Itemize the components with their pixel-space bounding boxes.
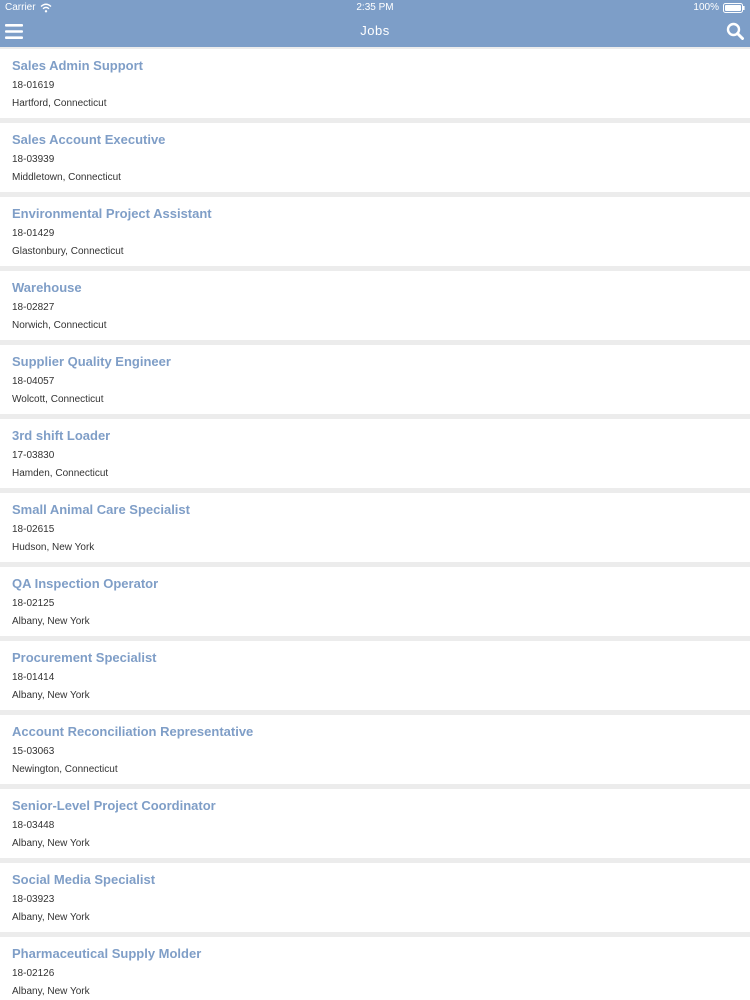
job-title: Procurement Specialist (12, 650, 157, 665)
job-location: Hamden, Connecticut (12, 468, 109, 479)
job-code: 18-02125 (12, 598, 55, 609)
job-code: 18-02615 (12, 524, 55, 535)
job-code: 18-01414 (12, 672, 55, 683)
job-code: 18-03448 (12, 820, 55, 831)
job-code: 18-01619 (12, 80, 55, 91)
job-location: Albany, New York (12, 986, 90, 997)
job-title: Social Media Specialist (12, 872, 156, 887)
job-list-item[interactable]: Warehouse 18-02827 Norwich, Connecticut (0, 271, 750, 340)
search-icon (726, 22, 744, 40)
job-list-item[interactable]: Senior-Level Project Coordinator 18-0344… (0, 789, 750, 858)
battery-icon (723, 2, 745, 13)
job-list-item[interactable]: Supplier Quality Engineer 18-04057 Wolco… (0, 345, 750, 414)
job-location: Wolcott, Connecticut (12, 394, 104, 405)
job-list-item[interactable]: Social Media Specialist 18-03923 Albany,… (0, 863, 750, 932)
job-code: 18-02827 (12, 302, 55, 313)
job-code: 18-02126 (12, 968, 55, 979)
job-location: Newington, Connecticut (12, 764, 118, 775)
job-list[interactable]: Sales Admin Support 18-01619 Hartford, C… (0, 49, 750, 1000)
job-title: Pharmaceutical Supply Molder (12, 946, 202, 961)
job-title: Supplier Quality Engineer (12, 354, 171, 369)
job-code: 15-03063 (12, 746, 55, 757)
job-list-item[interactable]: Sales Account Executive 18-03939 Middlet… (0, 123, 750, 192)
job-title: Small Animal Care Specialist (12, 502, 190, 517)
job-location: Hartford, Connecticut (12, 98, 107, 109)
job-title: Senior-Level Project Coordinator (12, 798, 216, 813)
job-title: Sales Admin Support (12, 58, 143, 73)
job-location: Albany, New York (12, 616, 90, 627)
job-list-item[interactable]: Account Reconciliation Representative 15… (0, 715, 750, 784)
job-list-item[interactable]: 3rd shift Loader 17-03830 Hamden, Connec… (0, 419, 750, 488)
job-list-item[interactable]: Sales Admin Support 18-01619 Hartford, C… (0, 49, 750, 118)
job-code: 18-03923 (12, 894, 55, 905)
job-title: Environmental Project Assistant (12, 206, 212, 221)
job-location: Middletown, Connecticut (12, 172, 121, 183)
job-list-item[interactable]: QA Inspection Operator 18-02125 Albany, … (0, 567, 750, 636)
battery-percent: 100% (693, 2, 719, 13)
search-button[interactable] (724, 20, 746, 42)
job-title: Sales Account Executive (12, 132, 166, 147)
status-bar: Carrier 2:35 PM 100% (0, 0, 750, 16)
clock: 2:35 PM (356, 2, 394, 13)
page-title: Jobs (360, 23, 390, 38)
job-location: Hudson, New York (12, 542, 95, 553)
job-location: Norwich, Connecticut (12, 320, 107, 331)
job-title: QA Inspection Operator (12, 576, 159, 591)
job-list-item[interactable]: Pharmaceutical Supply Molder 18-02126 Al… (0, 937, 750, 1000)
job-code: 18-03939 (12, 154, 55, 165)
job-title: Warehouse (12, 280, 82, 295)
job-list-item[interactable]: Procurement Specialist 18-01414 Albany, … (0, 641, 750, 710)
job-location: Glastonbury, Connecticut (12, 246, 124, 257)
job-location: Albany, New York (12, 838, 90, 849)
job-code: 18-01429 (12, 228, 55, 239)
job-code: 18-04057 (12, 376, 55, 387)
status-right: 100% (693, 2, 745, 13)
job-location: Albany, New York (12, 690, 90, 701)
job-list-item[interactable]: Small Animal Care Specialist 18-02615 Hu… (0, 493, 750, 562)
job-title: 3rd shift Loader (12, 428, 111, 443)
navigation-bar: Jobs (0, 16, 750, 47)
job-location: Albany, New York (12, 912, 90, 923)
job-title: Account Reconciliation Representative (12, 724, 254, 739)
job-code: 17-03830 (12, 450, 55, 461)
job-list-item[interactable]: Environmental Project Assistant 18-01429… (0, 197, 750, 266)
